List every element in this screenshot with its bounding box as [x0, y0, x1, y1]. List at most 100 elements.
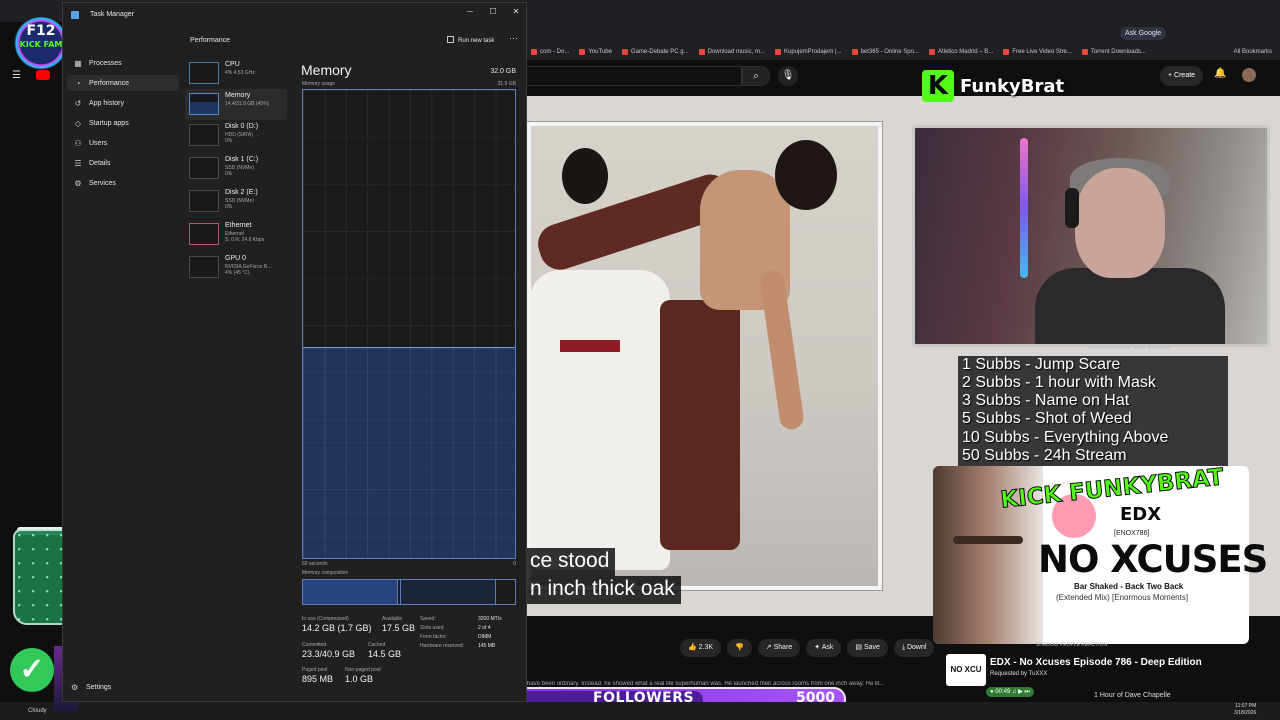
stat-nonpaged-pool: Non-paged pool 1.0 GB — [345, 667, 381, 684]
download-button[interactable]: ⤓ Downl — [893, 639, 935, 657]
sidebar-item-details[interactable]: ☰ Details — [67, 155, 179, 171]
close-icon[interactable]: ✕ — [505, 5, 527, 19]
youtube-logo-icon[interactable] — [36, 70, 50, 80]
video-figure-head-2 — [775, 140, 837, 210]
sidebar-item-startup-apps[interactable]: ◇ Startup apps — [67, 115, 179, 131]
share-button[interactable]: ↗ Share — [757, 639, 801, 657]
stat-available: Available 17.5 GB — [382, 616, 415, 633]
bookmark-item[interactable]: com - Do... — [531, 49, 569, 55]
video-figure-pants — [660, 300, 740, 550]
sidebar-item-label: Users — [89, 139, 108, 147]
spec-speed: Speed: 3200 MT/s — [420, 616, 502, 622]
resource-detail: Ethernet S: 0 R: 24.0 Kbps — [225, 231, 264, 243]
recommendation-peek: Backpackoloay with Steve McDonald — [1088, 345, 1170, 351]
webcam-feed — [912, 125, 1270, 347]
spec-label: Hardware reserved: — [420, 643, 464, 649]
sidebar-item-services[interactable]: ⚙ Services — [67, 175, 179, 191]
ask-google-button[interactable]: Ask Google — [1120, 27, 1167, 40]
bookmark-item[interactable]: KupujemProdajem |... — [775, 49, 842, 55]
sub-goal-item: 50 Subbs - 24h Stream — [962, 447, 1127, 464]
weather-widget[interactable]: Cloudy — [28, 708, 47, 714]
stat-value: 17.5 GB — [382, 623, 416, 633]
bookmark-item[interactable]: Game-Debate PC g... — [622, 49, 689, 55]
cover-artist-logo: EDX — [1120, 504, 1162, 525]
video-actions: 👍 2.3K 👎 ↗ Share ✦ Ask ▤ Save ⤓ Downl — [680, 638, 935, 658]
like-count: 2.3K — [698, 644, 714, 651]
create-label: Create — [1174, 72, 1196, 79]
resource-item-disk1[interactable]: Disk 1 (C:) SSD (NVMe) 0% — [185, 153, 287, 184]
now-playing-player: ● 00:49 ♫ ▶ ⏭ — [986, 687, 1034, 697]
save-button[interactable]: ▤ Save — [847, 639, 888, 657]
run-new-task-button[interactable]: Run new task — [447, 36, 494, 44]
gpu-mini-graph — [189, 256, 219, 278]
system-clock[interactable]: 11:07 PM 3/18/2026 — [1234, 703, 1256, 717]
task-manager-sidebar: ▦ Processes ◔ Performance ↺ App history ◇ St… — [63, 27, 181, 701]
resource-name: CPU — [225, 61, 240, 68]
memory-composition-label: Memory composition — [302, 570, 349, 576]
like-button[interactable]: 👍 2.3K — [680, 639, 722, 657]
webcam-person-body — [1035, 268, 1225, 344]
sidebar-item-app-history[interactable]: ↺ App history — [67, 95, 179, 111]
microphone-icon[interactable]: 🎙 — [778, 66, 798, 86]
task-manager-titlebar[interactable]: Task Manager ─ ☐ ✕ — [63, 3, 526, 27]
save-label: Save — [863, 644, 880, 651]
resource-item-cpu[interactable]: CPU 4% 4.53 GHz — [185, 58, 287, 89]
stat-value: 14.5 GB — [368, 649, 402, 659]
notifications-bell-icon[interactable]: 🔔 — [1214, 68, 1226, 79]
services-icon: ⚙ — [74, 178, 82, 188]
settings-gear-icon[interactable]: ⚙ — [71, 683, 78, 692]
stat-cached: Cached 14.5 GB — [368, 642, 401, 659]
disk-mini-graph — [189, 190, 219, 212]
bookmark-item[interactable]: bet365 - Online Spo... — [852, 49, 919, 55]
startup-apps-icon: ◇ — [74, 118, 82, 128]
sidebar-item-processes[interactable]: ▦ Processes — [67, 55, 179, 71]
details-icon: ☰ — [74, 158, 82, 168]
dislike-button[interactable]: 👎 — [727, 639, 752, 657]
minimize-icon[interactable]: ─ — [459, 5, 481, 19]
resource-item-ethernet[interactable]: Ethernet Ethernet S: 0 R: 24.0 Kbps — [185, 219, 287, 250]
ask-button[interactable]: ✦ Ask — [806, 639, 842, 657]
headset-icon — [1065, 188, 1079, 228]
maximize-icon[interactable]: ☐ — [482, 5, 504, 19]
bookmark-item[interactable]: Free Live Video Stre... — [1003, 49, 1072, 55]
video-figure-belt — [560, 340, 620, 352]
resource-item-disk0[interactable]: Disk 0 (D:) HDD (SATA) 0% — [185, 120, 287, 151]
spec-slots: Slots used: 2 of 4 — [420, 625, 491, 631]
search-icon[interactable]: ⌕ — [742, 66, 770, 86]
clock-time: 11:07 PM — [1235, 703, 1257, 709]
performance-icon: ◔ — [75, 78, 81, 88]
stat-label: In use (Compressed) — [302, 616, 349, 622]
bookmark-item[interactable]: Torrent Downloads... — [1082, 49, 1146, 55]
sidebar-item-settings[interactable]: Settings — [86, 684, 111, 691]
composition-standby — [400, 580, 496, 604]
hamburger-menu-icon[interactable]: ☰ — [12, 70, 21, 81]
share-label: Share — [773, 644, 793, 651]
page-title: Performance — [190, 37, 231, 44]
video-figure-head — [562, 148, 608, 204]
create-button[interactable]: + Create — [1160, 66, 1204, 86]
sidebar-item-performance[interactable]: ◔ Performance — [67, 75, 179, 91]
bookmark-item[interactable]: Atletico Madrid – B... — [929, 49, 993, 55]
chip-from-record[interactable]: From The Hidden Record — [1030, 99, 1098, 105]
stat-value: 895 MB — [302, 674, 334, 684]
stat-in-use: In use (Compressed) 14.2 GB (1.7 GB) — [302, 616, 372, 633]
recommendation-item[interactable]: 1 Hour of Dave Chapelle — [1094, 692, 1171, 699]
all-bookmarks-button[interactable]: All Bookmarks — [1234, 44, 1272, 60]
search-input[interactable] — [527, 66, 742, 86]
bookmark-item[interactable]: YouTube — [579, 49, 612, 55]
sidebar-item-users[interactable]: ⚇ Users — [67, 135, 179, 151]
run-new-task-label: Run new task — [458, 38, 495, 44]
resource-item-disk2[interactable]: Disk 2 (E:) SSD (NVMe) 0% — [185, 186, 287, 217]
resource-item-gpu[interactable]: GPU 0 NVIDIA GeForce R... 4% (45 °C) — [185, 252, 287, 283]
avatar[interactable] — [1242, 68, 1256, 82]
sidebar-item-label: Services — [89, 179, 116, 187]
resource-name: Disk 2 (E:) — [225, 189, 258, 196]
resource-item-memory[interactable]: Memory 14.4/31.9 GB (45%) — [185, 89, 287, 120]
cover-track-title: Bar Shaked - Back Two Back — [1074, 582, 1184, 591]
more-options-icon[interactable]: ⋯ — [509, 33, 518, 44]
bookmark-item[interactable]: Download music, m... — [699, 49, 765, 55]
now-playing-title: EDX - No Xcuses Episode 786 - Deep Editi… — [990, 657, 1202, 668]
resource-name: Disk 1 (C:) — [225, 156, 259, 163]
f12-badge-text: F12 KICK FAM — [18, 24, 64, 52]
bookmarks-bar: com - Do... YouTube Game-Debate PC g... … — [527, 44, 1280, 60]
